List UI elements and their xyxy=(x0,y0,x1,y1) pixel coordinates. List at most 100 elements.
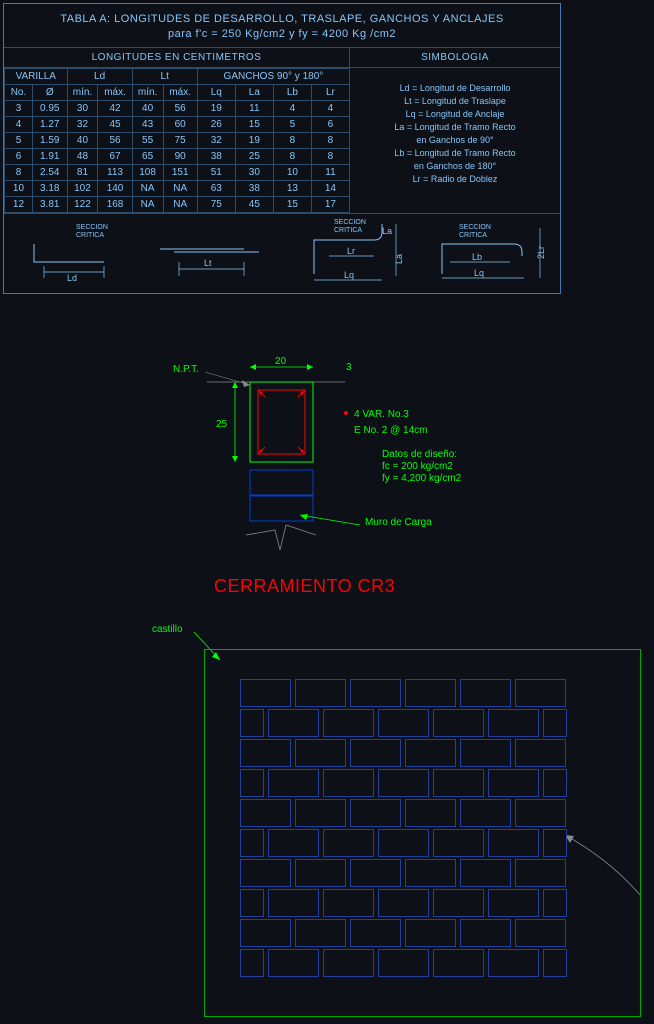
col-varilla: VARILLA xyxy=(5,68,68,84)
brick xyxy=(378,889,429,917)
brick xyxy=(488,949,539,977)
svg-text:2Lr: 2Lr xyxy=(536,246,546,259)
muro-label: Muro de Carga xyxy=(365,517,432,528)
brick xyxy=(488,829,539,857)
svg-text:SECCION: SECCION xyxy=(459,224,491,231)
brick xyxy=(433,889,484,917)
svg-text:La: La xyxy=(382,226,392,236)
brick xyxy=(515,919,566,947)
svg-text:Ld: Ld xyxy=(67,273,77,283)
dim-20: 20 xyxy=(275,356,287,367)
brick xyxy=(515,859,566,887)
brick xyxy=(323,949,374,977)
datos-title: Datos de diseño: xyxy=(382,449,457,460)
brick xyxy=(268,709,319,737)
svg-text:Lq: Lq xyxy=(344,270,354,280)
brick xyxy=(488,769,539,797)
brick xyxy=(240,769,264,797)
brick xyxy=(543,949,567,977)
wall-block-1 xyxy=(250,470,313,495)
brick xyxy=(240,709,264,737)
h-min1: mín. xyxy=(67,84,98,100)
brick xyxy=(543,889,567,917)
brick-pattern xyxy=(240,679,579,971)
h-la: La xyxy=(235,84,273,100)
var-label: 4 VAR. No.3 xyxy=(354,409,409,420)
development-length-table: TABLA A: LONGITUDES DE DESARROLLO, TRASL… xyxy=(3,3,561,294)
table-row: 41.2732454360261556 xyxy=(5,116,350,132)
h-lr: Lr xyxy=(311,84,349,100)
brick xyxy=(378,709,429,737)
sym-la2: en Ganchos de 90° xyxy=(356,134,554,147)
brick-row xyxy=(240,889,579,917)
sym-ld: Ld = Longitud de Desarrollo xyxy=(356,82,554,95)
sym-lb: Lb = Longitud de Tramo Recto xyxy=(356,147,554,160)
brick xyxy=(460,859,511,887)
brick xyxy=(488,709,539,737)
sym-lt: Lt = Longitud de Traslape xyxy=(356,95,554,108)
h-max1: máx. xyxy=(98,84,132,100)
brick xyxy=(295,799,346,827)
simbologia-header: SIMBOLOGIA xyxy=(350,48,560,68)
brick xyxy=(240,829,264,857)
brick xyxy=(295,739,346,767)
symbology-panel: Ld = Longitud de Desarrollo Lt = Longitu… xyxy=(350,68,560,213)
brick xyxy=(295,859,346,887)
brick xyxy=(350,799,401,827)
brick-row xyxy=(240,709,579,737)
brick xyxy=(433,709,484,737)
svg-text:CRITICA: CRITICA xyxy=(76,232,104,239)
brick-row xyxy=(240,919,579,947)
sym-lr: Lr = Radio de Doblez xyxy=(356,173,554,186)
hook90-diagram: SECCION CRITICA Lr Lq La La xyxy=(314,219,404,280)
brick xyxy=(405,799,456,827)
table-row: 51.5940565575321988 xyxy=(5,132,350,148)
sym-lb2: en Ganchos de 180° xyxy=(356,160,554,173)
brick xyxy=(433,949,484,977)
h-min2: mín. xyxy=(132,84,163,100)
brick-row xyxy=(240,949,579,977)
brick xyxy=(240,739,291,767)
svg-text:CRITICA: CRITICA xyxy=(459,232,487,239)
col-lt: Lt xyxy=(132,68,197,84)
brick xyxy=(405,859,456,887)
svg-text:Lb: Lb xyxy=(472,252,482,262)
cerramiento-title: CERRAMIENTO CR3 xyxy=(214,576,395,597)
table-row: 82.548111310815151301011 xyxy=(5,164,350,180)
h-no: No. xyxy=(5,84,33,100)
svg-text:La: La xyxy=(394,254,404,264)
brick xyxy=(543,709,567,737)
brick xyxy=(350,859,401,887)
brick xyxy=(240,889,264,917)
section-headers: LONGITUDES EN CENTIMETROS SIMBOLOGIA xyxy=(4,48,560,68)
svg-text:Lq: Lq xyxy=(474,268,484,278)
brick xyxy=(460,799,511,827)
col-ld: Ld xyxy=(67,68,132,84)
brick xyxy=(460,739,511,767)
brick xyxy=(240,799,291,827)
brick-row xyxy=(240,769,579,797)
brick xyxy=(295,679,346,707)
brick xyxy=(323,769,374,797)
brick xyxy=(295,919,346,947)
h-max2: máx. xyxy=(163,84,197,100)
brick xyxy=(543,769,567,797)
brick xyxy=(350,739,401,767)
svg-text:Lr: Lr xyxy=(347,246,355,256)
brick xyxy=(323,709,374,737)
brick xyxy=(515,739,566,767)
h-lq: Lq xyxy=(197,84,235,100)
lt-diagram: Lt xyxy=(160,249,259,276)
brick-row xyxy=(240,739,579,767)
brick xyxy=(268,949,319,977)
brick xyxy=(405,679,456,707)
table-row: 103.18102140NANA63381314 xyxy=(5,180,350,196)
brick-row xyxy=(240,859,579,887)
ld-diagram: SECCION CRITICA Ld xyxy=(34,224,108,283)
brick xyxy=(240,679,291,707)
brick xyxy=(433,829,484,857)
dim-3: 3 xyxy=(346,362,352,373)
table-title: TABLA A: LONGITUDES DE DESARROLLO, TRASL… xyxy=(4,4,560,48)
npt-label: N.P.T. xyxy=(173,364,199,375)
title-line-2: para f'c = 250 Kg/cm2 y fy = 4200 Kg /cm… xyxy=(8,27,556,42)
